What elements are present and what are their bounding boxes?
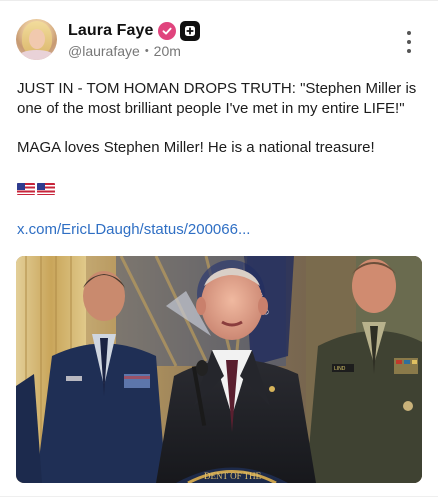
post-text-paragraph-2: MAGA loves Stephen Miller! He is a natio…: [17, 138, 375, 156]
vertical-ellipsis-icon[interactable]: [403, 31, 415, 53]
bottom-divider: [0, 496, 438, 497]
post-link[interactable]: x.com/EricLDaugh/status/200066...: [17, 221, 250, 238]
post-time[interactable]: 20m: [154, 43, 181, 59]
top-divider: [0, 0, 438, 1]
post-text: JUST IN - TOM HOMAN DROPS TRUTH: "Stephe…: [17, 79, 427, 157]
seal-text: DENT OF THE: [204, 471, 262, 481]
author-meta: @laurafaye • 20m: [68, 43, 181, 59]
us-flag-icon: [17, 181, 55, 197]
us-flag-icon: [37, 183, 55, 195]
author-handle[interactable]: @laurafaye: [68, 43, 140, 59]
post-image[interactable]: UNITED LIND: [16, 256, 422, 483]
author-row: Laura Faye: [68, 20, 201, 42]
svg-text:LIND: LIND: [334, 366, 346, 372]
post-text-paragraph-1: JUST IN - TOM HOMAN DROPS TRUTH: "Stephe…: [17, 80, 417, 117]
author-name[interactable]: Laura Faye: [68, 22, 153, 40]
us-flag-icon: [17, 183, 35, 195]
verified-badge-icon: [158, 22, 177, 40]
avatar[interactable]: [16, 19, 57, 60]
plus-box-icon[interactable]: [180, 21, 201, 41]
separator-dot: •: [144, 45, 149, 57]
